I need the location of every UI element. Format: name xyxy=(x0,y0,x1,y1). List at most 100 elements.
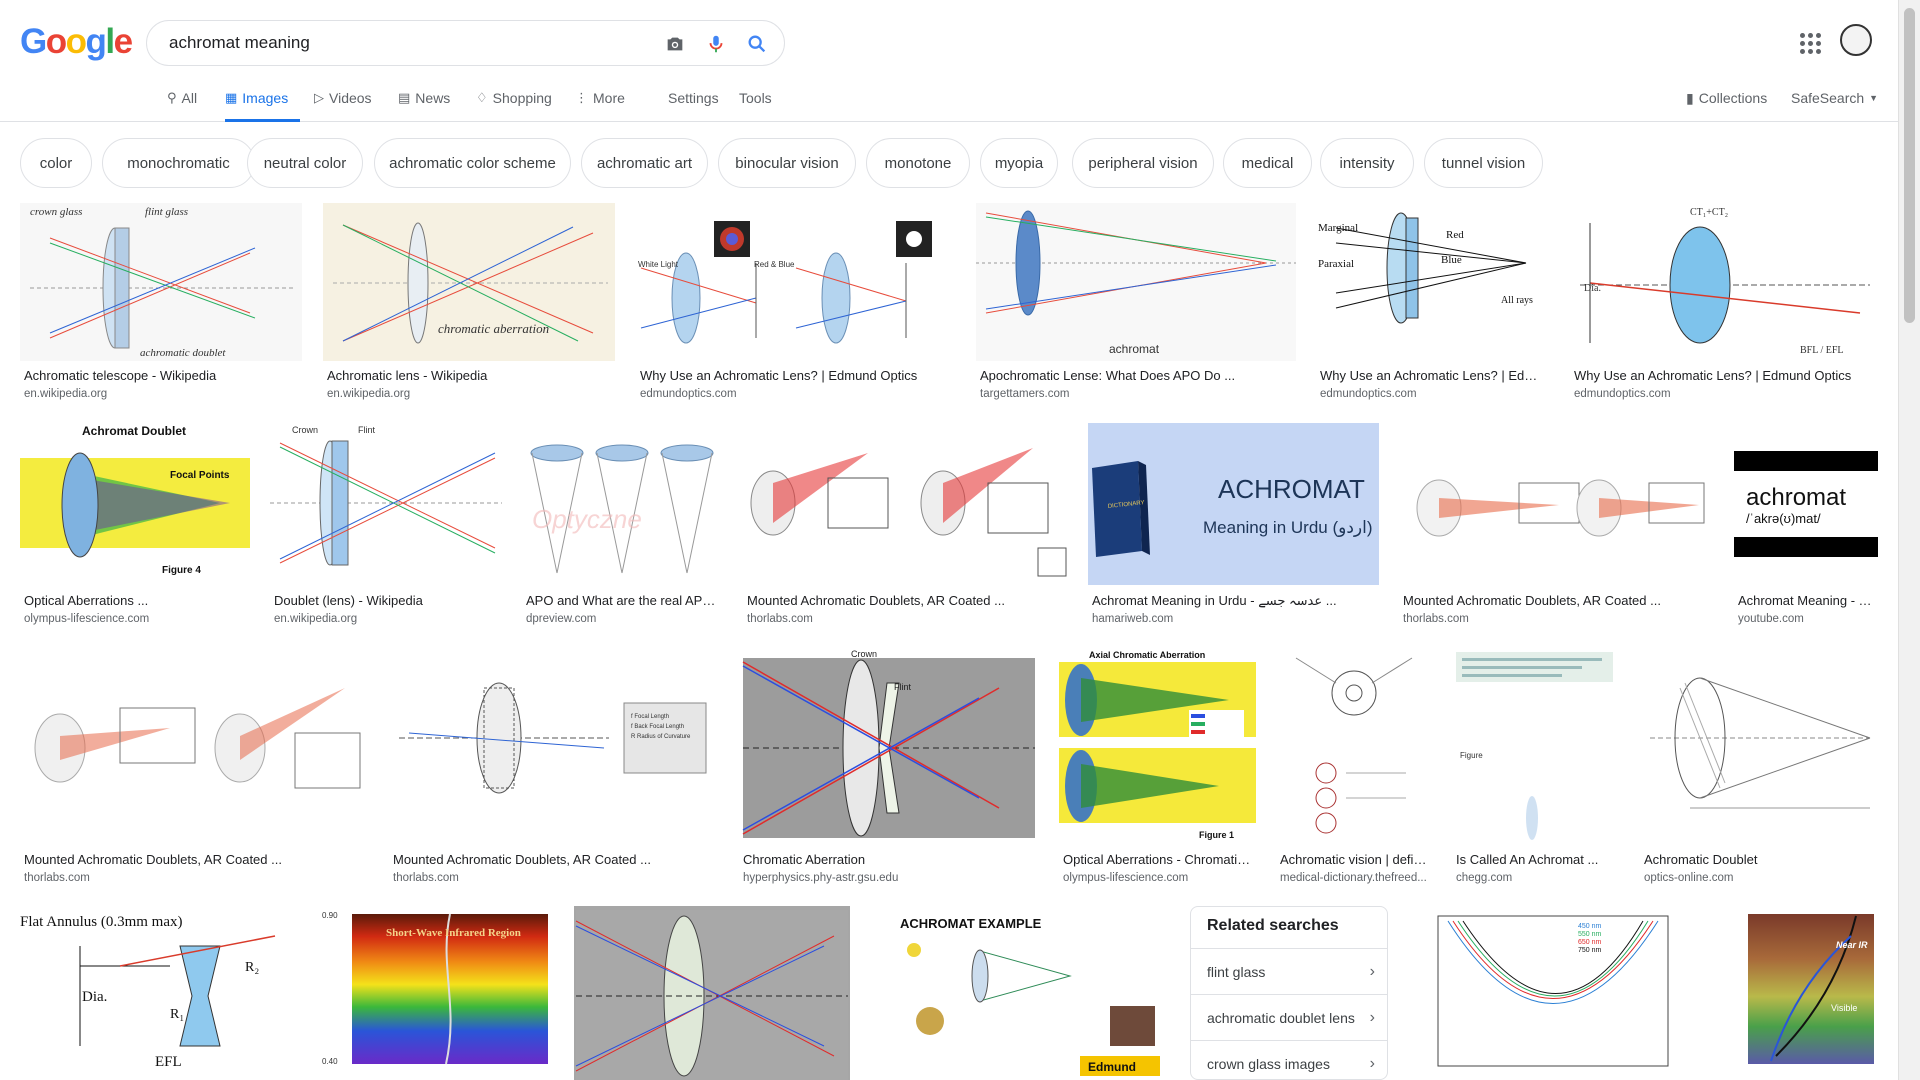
result-thumbnail[interactable]: crown glass flint glass achromatic doubl… xyxy=(20,203,302,361)
result-source[interactable]: thorlabs.com xyxy=(393,872,716,884)
result-thumbnail[interactable] xyxy=(1640,648,1878,842)
result-title[interactable]: Apochromatic Lense: What Does APO Do ... xyxy=(980,368,1294,383)
chip[interactable]: color xyxy=(20,138,92,188)
tab-images[interactable]: ▦ Images xyxy=(225,90,300,122)
result-thumbnail[interactable]: Crown Flint xyxy=(739,648,1039,842)
search-input[interactable] xyxy=(167,32,607,54)
result-source[interactable]: hyperphysics.phy-astr.gsu.edu xyxy=(743,872,1037,884)
google-logo[interactable]: Google xyxy=(20,22,133,62)
result-source[interactable]: edmundoptics.com xyxy=(640,388,954,400)
tools-link[interactable]: Tools xyxy=(739,90,772,122)
related-search-item[interactable]: crown glass images › xyxy=(1191,1040,1387,1079)
chip[interactable]: tunnel vision xyxy=(1424,138,1543,188)
result-source[interactable]: edmundoptics.com xyxy=(1320,388,1548,400)
chip[interactable]: myopia xyxy=(980,138,1058,188)
result-source[interactable]: thorlabs.com xyxy=(24,872,368,884)
result-title[interactable]: Achromat Meaning in Urdu - عدسہ جسے ... xyxy=(1092,593,1377,609)
result-thumbnail[interactable] xyxy=(574,906,850,1080)
result-title[interactable]: Achromatic lens - Wikipedia xyxy=(327,368,613,383)
result-title[interactable]: Mounted Achromatic Doublets, AR Coated .… xyxy=(393,852,716,867)
result-thumbnail[interactable]: Crown Flint xyxy=(270,423,502,585)
google-apps-icon[interactable] xyxy=(1797,30,1821,54)
chip[interactable]: medical xyxy=(1223,138,1312,188)
result-title[interactable]: Why Use an Achromatic Lens? | Edmund Opt… xyxy=(1574,368,1876,383)
result-source[interactable]: chegg.com xyxy=(1456,872,1615,884)
microphone-icon[interactable] xyxy=(703,31,729,57)
result-source[interactable]: optics-online.com xyxy=(1644,872,1876,884)
related-search-item[interactable]: flint glass › xyxy=(1191,948,1387,994)
result-thumbnail[interactable]: Flat Annulus (0.3mm max) Dia. EFL R₂ R₁ xyxy=(20,906,294,1080)
chip[interactable]: binocular vision xyxy=(718,138,856,188)
result-title[interactable]: Mounted Achromatic Doublets, AR Coated .… xyxy=(747,593,1066,608)
result-title[interactable]: Achromatic vision | defin... xyxy=(1280,852,1430,867)
result-thumbnail[interactable]: f Focal Length f Back Focal Length R Rad… xyxy=(389,648,718,842)
search-icon[interactable] xyxy=(744,31,770,57)
chip[interactable]: monotone xyxy=(866,138,970,188)
related-search-item[interactable]: achromatic doublet lens › xyxy=(1191,994,1387,1040)
search-box[interactable] xyxy=(146,20,785,66)
result-thumbnail[interactable]: chromatic aberration xyxy=(323,203,615,361)
result-title[interactable]: Optical Aberrations ... xyxy=(24,593,248,608)
result-thumbnail[interactable]: Red & Blue White Light xyxy=(636,203,956,361)
result-thumbnail[interactable] xyxy=(1276,648,1432,842)
result-thumbnail[interactable]: Optyczne xyxy=(522,423,722,585)
result-thumbnail[interactable]: Marginal Paraxial Red Blue All rays xyxy=(1316,203,1550,361)
result-title[interactable]: Mounted Achromatic Doublets, AR Coated .… xyxy=(24,852,368,867)
tab-videos[interactable]: ▷ Videos xyxy=(314,90,372,122)
result-thumbnail[interactable] xyxy=(743,423,1068,585)
chip[interactable]: achromatic art xyxy=(581,138,708,188)
result-thumbnail[interactable]: Near IR Visible xyxy=(1726,906,1878,1080)
result-source[interactable]: edmundoptics.com xyxy=(1574,388,1876,400)
scrollbar-thumb[interactable] xyxy=(1904,8,1915,323)
chip[interactable]: intensity xyxy=(1320,138,1414,188)
result-source[interactable]: en.wikipedia.org xyxy=(274,613,500,625)
result-title[interactable]: Mounted Achromatic Doublets, AR Coated .… xyxy=(1403,593,1712,608)
result-source[interactable]: thorlabs.com xyxy=(1403,613,1712,625)
result-title[interactable]: Achromatic telescope - Wikipedia xyxy=(24,368,300,383)
result-thumbnail[interactable]: Short-Wave Infrared Region 0.90 0.40 xyxy=(314,906,554,1080)
result-thumbnail[interactable]: Dia. CT₁+CT₂ BFL / EFL xyxy=(1570,203,1878,361)
chip[interactable]: neutral color xyxy=(247,138,363,188)
result-thumbnail[interactable]: 450 nm 550 nm 650 nm 750 nm xyxy=(1408,906,1676,1080)
result-title[interactable]: Why Use an Achromatic Lens? | Edmu... xyxy=(1320,368,1548,383)
result-thumbnail[interactable]: DICTIONARY ACHROMAT Meaning in Urdu (ارد… xyxy=(1088,423,1379,585)
tab-all[interactable]: ⚲ All xyxy=(167,90,197,122)
chip[interactable]: peripheral vision xyxy=(1072,138,1214,188)
result-source[interactable]: en.wikipedia.org xyxy=(327,388,613,400)
result-source[interactable]: olympus-lifescience.com xyxy=(24,613,248,625)
collections-link[interactable]: ▮ Collections xyxy=(1686,90,1767,122)
result-title[interactable]: Is Called An Achromat ... xyxy=(1456,852,1615,867)
result-source[interactable]: youtube.com xyxy=(1738,613,1876,625)
chip[interactable]: monochromatic xyxy=(102,138,255,188)
result-source[interactable]: medical-dictionary.thefreed... xyxy=(1280,872,1430,884)
settings-link[interactable]: Settings xyxy=(668,90,719,122)
account-avatar[interactable] xyxy=(1840,24,1872,56)
result-title[interactable]: Optical Aberrations - Chromatic ... xyxy=(1063,852,1254,867)
safesearch-dropdown[interactable]: SafeSearch ▼ xyxy=(1791,90,1878,122)
result-source[interactable]: targettamers.com xyxy=(980,388,1294,400)
result-title[interactable]: Achromatic Doublet xyxy=(1644,852,1876,867)
result-source[interactable]: en.wikipedia.org xyxy=(24,388,300,400)
result-source[interactable]: olympus-lifescience.com xyxy=(1063,872,1254,884)
result-title[interactable]: Why Use an Achromatic Lens? | Edmund Opt… xyxy=(640,368,954,383)
chip[interactable]: achromatic color scheme xyxy=(374,138,571,188)
result-thumbnail[interactable]: Axial Chromatic Aberration Figure 1 xyxy=(1059,648,1256,842)
result-thumbnail[interactable]: Figure xyxy=(1452,648,1617,842)
result-source[interactable]: dpreview.com xyxy=(526,613,720,625)
tab-news[interactable]: ▤ News xyxy=(398,90,450,122)
tab-more[interactable]: ⋮ More xyxy=(575,90,625,122)
tab-shopping[interactable]: ♢ Shopping xyxy=(476,90,552,122)
camera-icon[interactable] xyxy=(662,31,688,57)
result-thumbnail[interactable]: achromat xyxy=(976,203,1296,361)
result-title[interactable]: Chromatic Aberration xyxy=(743,852,1037,867)
result-thumbnail[interactable] xyxy=(20,648,370,842)
result-title[interactable]: Doublet (lens) - Wikipedia xyxy=(274,593,500,608)
result-thumbnail[interactable] xyxy=(1399,423,1714,585)
result-title[interactable]: APO and What are the real APO... xyxy=(526,593,720,608)
result-thumbnail[interactable]: achromat /ˈakrə(ʊ)mat/ xyxy=(1734,423,1878,585)
page-scrollbar[interactable] xyxy=(1898,0,1920,1080)
result-thumbnail[interactable]: ACHROMAT EXAMPLE Edmund xyxy=(870,906,1170,1080)
result-thumbnail[interactable]: Achromat Doublet Focal Points Figure 4 xyxy=(20,423,250,585)
result-source[interactable]: hamariweb.com xyxy=(1092,613,1377,625)
result-source[interactable]: thorlabs.com xyxy=(747,613,1066,625)
